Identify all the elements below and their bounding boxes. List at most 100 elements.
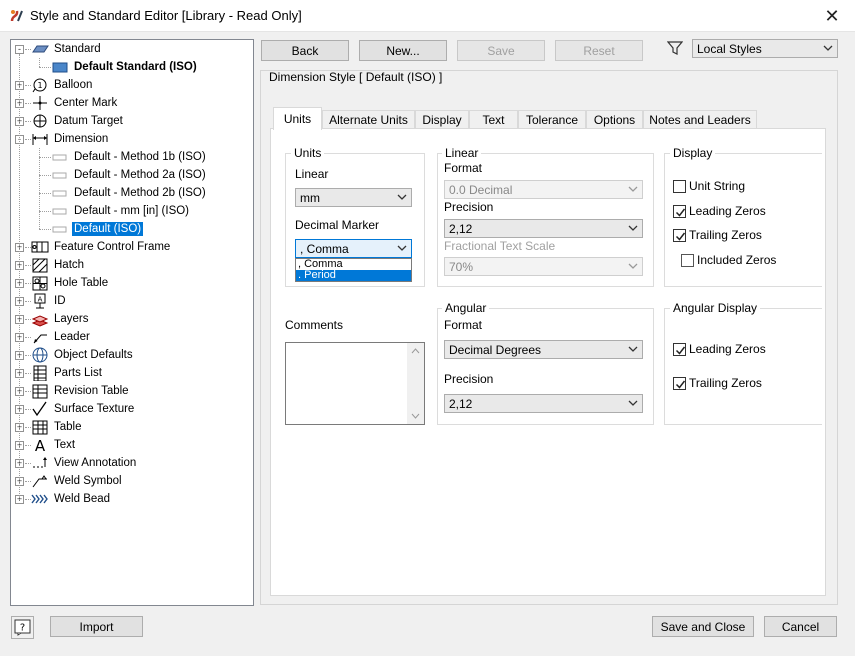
tree-item[interactable]: A ID bbox=[31, 292, 68, 310]
tree-item[interactable]: Object Defaults bbox=[31, 346, 135, 364]
tree-item-label: Balloon bbox=[54, 79, 93, 91]
save-and-close-button[interactable]: Save and Close bbox=[652, 616, 754, 637]
standard-item-icon bbox=[52, 62, 68, 73]
tab-notes-and-leaders[interactable]: Notes and Leaders bbox=[643, 110, 757, 129]
tree-item-label: Weld Symbol bbox=[54, 475, 122, 487]
tree-item[interactable]: Table bbox=[31, 418, 84, 436]
chevron-down-icon bbox=[397, 245, 407, 251]
cancel-button[interactable]: Cancel bbox=[764, 616, 837, 637]
tree-item-label: Standard bbox=[54, 43, 101, 55]
comments-scrollbar[interactable] bbox=[407, 343, 424, 424]
decimal-marker-select[interactable]: , Comma bbox=[295, 239, 412, 258]
tree-item[interactable]: Feature Control Frame bbox=[31, 238, 172, 256]
tab-text[interactable]: Text bbox=[469, 110, 518, 129]
checkmark-icon bbox=[675, 232, 686, 241]
tree-item-label: Default (ISO) bbox=[72, 222, 144, 236]
tree-item[interactable]: Default - Method 2a (ISO) bbox=[51, 166, 208, 184]
tree-item[interactable]: Surface Texture bbox=[31, 400, 136, 418]
save-button[interactable]: Save bbox=[457, 40, 545, 61]
help-button[interactable]: ? bbox=[11, 616, 34, 639]
tree-item-label: Layers bbox=[54, 313, 89, 325]
tree-connector bbox=[25, 463, 31, 464]
tree-item[interactable]: Leader bbox=[31, 328, 92, 346]
tree-item[interactable]: Revision Table bbox=[31, 382, 131, 400]
tree-item-label: Default - Method 2a (ISO) bbox=[74, 169, 206, 181]
balloon-icon: 1 bbox=[32, 78, 47, 93]
tree-connector bbox=[39, 58, 40, 67]
tree-item[interactable]: Datum Target bbox=[31, 112, 125, 130]
style-filter-select[interactable]: Local Styles bbox=[692, 39, 838, 58]
tree-item[interactable]: Default - Method 1b (ISO) bbox=[51, 148, 208, 166]
new-button[interactable]: New... bbox=[359, 40, 447, 61]
tree-item[interactable]: Weld Bead bbox=[31, 490, 112, 508]
tree-item[interactable]: Hole Table bbox=[31, 274, 110, 292]
tree-connector bbox=[39, 211, 51, 212]
tree-item[interactable]: View Annotation bbox=[31, 454, 138, 472]
comments-label: Comments bbox=[285, 318, 344, 332]
tree-item[interactable]: A Text bbox=[31, 436, 77, 454]
fractional-text-scale-select[interactable]: 70% bbox=[444, 257, 643, 276]
scroll-up-icon[interactable] bbox=[411, 348, 420, 354]
angular-precision-select[interactable]: 2,12 bbox=[444, 394, 643, 413]
tree-item[interactable]: Center Mark bbox=[31, 94, 119, 112]
svg-text:A: A bbox=[35, 437, 46, 453]
tree-item[interactable]: Default Standard (ISO) bbox=[51, 58, 199, 76]
tab-display[interactable]: Display bbox=[415, 110, 469, 129]
unit-string-checkbox[interactable] bbox=[673, 180, 686, 193]
tree-connector bbox=[25, 337, 31, 338]
back-button[interactable]: Back bbox=[261, 40, 349, 61]
tree-item[interactable]: Layers bbox=[31, 310, 91, 328]
tab-units[interactable]: Units bbox=[273, 107, 322, 130]
tree-item[interactable]: Weld Symbol bbox=[31, 472, 124, 490]
tree-item[interactable]: Default - Method 2b (ISO) bbox=[51, 184, 208, 202]
tree-item[interactable]: Dimension bbox=[31, 130, 110, 148]
linear-precision-select[interactable]: 2,12 bbox=[444, 219, 643, 238]
comments-textarea[interactable] bbox=[285, 342, 425, 425]
tree-item-label: Weld Bead bbox=[54, 493, 111, 505]
tree-connector bbox=[25, 301, 31, 302]
tree-item[interactable]: 1 Balloon bbox=[31, 76, 94, 94]
tree-item[interactable]: Hatch bbox=[31, 256, 86, 274]
tab-alternate-units[interactable]: Alternate Units bbox=[322, 110, 415, 129]
leader-icon bbox=[33, 334, 47, 344]
style-tree[interactable]: Standard - Default Standard (ISO) 1 Balloon +… bbox=[10, 39, 254, 606]
tab-tolerance[interactable]: Tolerance bbox=[518, 110, 586, 129]
leading-zeros-checkbox[interactable] bbox=[673, 205, 686, 218]
linear-format-select[interactable]: 0.0 Decimal bbox=[444, 180, 643, 199]
tree-item-label: ID bbox=[54, 295, 66, 307]
hole-table-icon bbox=[32, 276, 48, 291]
import-button[interactable]: Import bbox=[50, 616, 143, 637]
angular-group-title: Angular bbox=[442, 301, 490, 315]
included-zeros-label: Included Zeros bbox=[697, 253, 777, 267]
chevron-down-icon bbox=[628, 346, 638, 352]
checkmark-icon bbox=[675, 380, 686, 389]
tree-connector bbox=[25, 409, 31, 410]
decimal-marker-dropdown[interactable]: , Comma . Period bbox=[295, 258, 412, 282]
scroll-down-icon[interactable] bbox=[411, 413, 420, 419]
angular-trailing-zeros-checkbox[interactable] bbox=[673, 377, 686, 390]
linear-unit-select[interactable]: mm bbox=[295, 188, 412, 207]
angular-format-select[interactable]: Decimal Degrees bbox=[444, 340, 643, 359]
tree-item-label: Table bbox=[54, 421, 82, 433]
collapse-icon[interactable]: - bbox=[15, 45, 24, 54]
trailing-zeros-checkbox[interactable] bbox=[673, 229, 686, 242]
included-zeros-checkbox[interactable] bbox=[681, 254, 694, 267]
tree-item[interactable]: Standard bbox=[31, 40, 103, 58]
close-icon[interactable]: ✕ bbox=[809, 0, 855, 32]
tree-item[interactable]: Default - mm [in] (ISO) bbox=[51, 202, 191, 220]
surface-texture-icon bbox=[32, 401, 47, 417]
tree-connector bbox=[25, 283, 31, 284]
standard-icon bbox=[32, 45, 49, 53]
tree-connector bbox=[25, 499, 31, 500]
revision-table-icon bbox=[32, 384, 48, 399]
chevron-down-icon bbox=[823, 45, 833, 51]
tab-options[interactable]: Options bbox=[586, 110, 643, 129]
tree-item[interactable]: Default (ISO) bbox=[51, 220, 144, 238]
angular-leading-zeros-checkbox[interactable] bbox=[673, 343, 686, 356]
feature-control-frame-icon bbox=[31, 241, 49, 253]
center-mark-icon bbox=[33, 96, 47, 110]
dropdown-option-period[interactable]: . Period bbox=[296, 270, 411, 281]
tree-item[interactable]: Parts List bbox=[31, 364, 104, 382]
reset-button[interactable]: Reset bbox=[555, 40, 643, 61]
angular-precision-value: 2,12 bbox=[449, 396, 473, 411]
